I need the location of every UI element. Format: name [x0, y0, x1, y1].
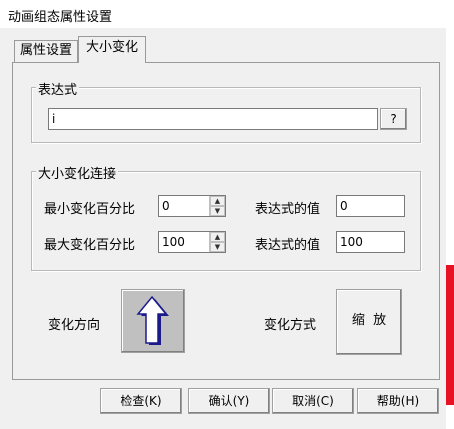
chevron-down-icon[interactable]: ▼ [210, 206, 225, 216]
max-percent-label: 最大变化百分比 [44, 238, 136, 253]
min-expr-label: 表达式的值 [255, 202, 321, 217]
window-title: 动画组态属性设置 [8, 10, 113, 25]
expression-legend: 表达式 [36, 79, 80, 98]
chevron-up-icon[interactable]: ▲ [210, 196, 225, 206]
expression-input[interactable]: i [48, 108, 378, 130]
min-percent-label: 最小变化百分比 [44, 202, 136, 217]
connection-group [31, 171, 421, 271]
cancel-button[interactable]: 取消(C) [272, 388, 354, 414]
max-percent-stepper[interactable]: ▲ ▼ [209, 232, 225, 252]
help-button[interactable]: 帮助(H) [357, 388, 439, 414]
tab-panel: 表达式 i ? 大小变化连接 最小变化百分比 0 ▲ ▼ 表达式的值 0 最大变… [12, 62, 440, 380]
expression-browse-button[interactable]: ? [380, 108, 407, 130]
direction-button[interactable] [121, 289, 185, 353]
direction-label: 变化方向 [48, 318, 101, 333]
tab-size-change-label: 大小变化 [85, 40, 138, 55]
confirm-button[interactable]: 确认(Y) [188, 388, 270, 414]
min-expr-field[interactable]: 0 [336, 195, 405, 217]
tab-attributes-label: 属性设置 [19, 43, 72, 58]
background-red-strip [446, 265, 454, 405]
chevron-up-icon[interactable]: ▲ [210, 232, 225, 242]
check-button[interactable]: 检查(K) [100, 388, 182, 414]
max-expr-field[interactable]: 100 [336, 231, 405, 253]
tab-size-change[interactable]: 大小变化 [78, 36, 146, 63]
title-bar: 动画组态属性设置 [0, 0, 446, 28]
tab-attributes[interactable]: 属性设置 [14, 40, 78, 62]
mode-button[interactable]: 缩 放 [336, 289, 402, 355]
max-expr-label: 表达式的值 [255, 238, 321, 253]
properties-dialog: 动画组态属性设置 属性设置 大小变化 表达式 i ? 大小变化连接 最小变化百分… [0, 0, 446, 429]
chevron-down-icon[interactable]: ▼ [210, 242, 225, 252]
mode-label: 变化方式 [264, 318, 317, 333]
arrow-up-icon [136, 295, 169, 345]
min-percent-stepper[interactable]: ▲ ▼ [209, 196, 225, 216]
connection-legend: 大小变化连接 [36, 163, 119, 182]
